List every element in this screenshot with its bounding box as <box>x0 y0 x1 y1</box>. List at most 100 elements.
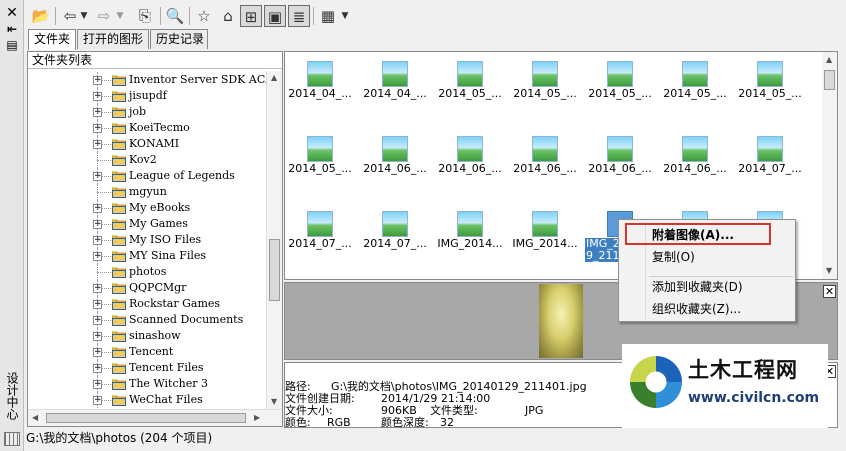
folder-icon <box>112 187 126 198</box>
thumbnail-scroll-thumb[interactable] <box>824 70 835 90</box>
thumbnail-item[interactable]: 2014_07_... <box>285 205 355 267</box>
expand-icon[interactable]: + <box>93 316 102 325</box>
tree-item[interactable]: + Tencent Files <box>28 360 266 376</box>
dropdown-icon[interactable]: ▼ <box>114 5 126 27</box>
thumbnail-item[interactable]: 2014_04_... <box>360 55 430 117</box>
expand-icon[interactable]: + <box>93 284 102 293</box>
thumbnail-item[interactable]: 2014_06_... <box>585 130 655 192</box>
tree-item[interactable]: + job <box>28 104 266 120</box>
expand-icon[interactable]: + <box>93 92 102 101</box>
expand-icon[interactable]: + <box>93 300 102 309</box>
thumbnail-item[interactable]: 2014_07_... <box>735 130 805 192</box>
thumbnail-item[interactable]: IMG_2014... <box>510 205 580 267</box>
up-folder-icon[interactable]: ⎘ <box>134 5 156 27</box>
image-file-icon <box>382 61 408 87</box>
tree-item[interactable]: + Inventor Server SDK ACA <box>28 72 266 88</box>
preview-toggle-icon[interactable]: ▣ <box>264 5 286 27</box>
thumbnail-item[interactable]: 2014_06_... <box>435 130 505 192</box>
expand-icon[interactable]: + <box>93 76 102 85</box>
thumbnail-item[interactable]: 2014_05_... <box>735 55 805 117</box>
thumbnail-item[interactable]: 2014_06_... <box>660 130 730 192</box>
scroll-left-icon[interactable]: ◀ <box>32 413 38 423</box>
thumbnail-item[interactable]: 2014_05_... <box>435 55 505 117</box>
thumbnail-item[interactable]: 2014_05_... <box>285 130 355 192</box>
scroll-up-icon[interactable]: ▲ <box>271 73 277 83</box>
tree-item[interactable]: photos <box>28 264 266 280</box>
tree-item[interactable]: + sinashow <box>28 328 266 344</box>
menu-separator <box>649 276 793 277</box>
dropdown-icon[interactable]: ▼ <box>78 5 90 27</box>
description-toggle-icon[interactable]: ≣ <box>288 5 310 27</box>
search-icon[interactable]: 🔍 <box>164 5 186 27</box>
expand-icon[interactable]: + <box>93 172 102 181</box>
expand-icon[interactable]: + <box>93 348 102 357</box>
tree-item[interactable]: + My eBooks <box>28 200 266 216</box>
tree-item[interactable]: + Scanned Documents <box>28 312 266 328</box>
thumbnail-item[interactable]: 2014_04_... <box>285 55 355 117</box>
thumbnail-caption: IMG_2014... <box>512 238 578 250</box>
menu-item-copy[interactable]: 复制(O) <box>652 248 695 266</box>
tree-item[interactable]: mgyun <box>28 184 266 200</box>
expand-icon[interactable]: + <box>93 124 102 133</box>
close-icon[interactable]: ✕ <box>4 5 20 21</box>
tab-folders[interactable]: 文件夹 <box>28 29 76 50</box>
expand-icon[interactable]: + <box>93 220 102 229</box>
autohide-icon[interactable]: ⇤ <box>4 21 20 37</box>
toolbar-separator <box>55 7 56 25</box>
favorites-icon[interactable]: ☆ <box>193 5 215 27</box>
tree-item-label: My Games <box>129 217 188 230</box>
properties-icon[interactable]: ▤ <box>4 37 20 53</box>
thumbnail-item[interactable]: 2014_05_... <box>510 55 580 117</box>
tree-item[interactable]: + Rockstar Games <box>28 296 266 312</box>
expand-icon[interactable]: + <box>93 380 102 389</box>
expand-icon[interactable]: + <box>93 396 102 405</box>
tree-item[interactable]: + KONAMI <box>28 136 266 152</box>
thumbnail-item[interactable]: 2014_06_... <box>510 130 580 192</box>
thumbnail-item[interactable]: 2014_07_... <box>360 205 430 267</box>
tree-toggle-icon[interactable]: ⊞ <box>240 5 262 27</box>
thumbnail-item[interactable]: 2014_05_... <box>585 55 655 117</box>
views-icon[interactable]: ▦ <box>317 5 339 27</box>
tree-item[interactable]: + MY Sina Files <box>28 248 266 264</box>
tree-item[interactable]: + jisupdf <box>28 88 266 104</box>
tree-horizontal-scrollbar[interactable]: ◀ ▶ <box>28 409 282 426</box>
home-icon[interactable]: ⌂ <box>217 5 239 27</box>
thumbnail-item[interactable]: 2014_06_... <box>360 130 430 192</box>
scroll-down-icon[interactable]: ▼ <box>826 266 832 276</box>
menu-item-add-to-favorites[interactable]: 添加到收藏夹(D) <box>652 278 743 296</box>
thumbnail-item[interactable]: IMG_2014... <box>435 205 505 267</box>
tree-item-label: jisupdf <box>129 89 167 102</box>
scroll-up-icon[interactable]: ▲ <box>826 55 832 65</box>
resize-grip-icon[interactable] <box>4 432 20 446</box>
tree-item[interactable]: + QQPCMgr <box>28 280 266 296</box>
thumbnail-vertical-scrollbar[interactable]: ▲ ▼ <box>822 52 837 279</box>
scroll-right-icon[interactable]: ▶ <box>254 413 260 423</box>
open-folder-icon[interactable]: 📂 <box>30 5 52 27</box>
tree-item[interactable]: + Tencent <box>28 344 266 360</box>
tree-vertical-scrollbar[interactable]: ▲ ▼ <box>266 71 282 409</box>
expand-icon[interactable]: + <box>93 204 102 213</box>
tree-hscroll-thumb[interactable] <box>46 413 246 423</box>
tree-item[interactable]: + KoeiTecmo <box>28 120 266 136</box>
dropdown-icon[interactable]: ▼ <box>339 5 351 27</box>
menu-item-organize-favorites[interactable]: 组织收藏夹(Z)... <box>652 300 741 318</box>
tree-item[interactable]: + The Witcher 3 <box>28 376 266 392</box>
tree-item[interactable]: + My ISO Files <box>28 232 266 248</box>
tree-item[interactable]: Kov2 <box>28 152 266 168</box>
expand-icon[interactable]: + <box>93 332 102 341</box>
expand-icon[interactable]: + <box>93 108 102 117</box>
expand-icon[interactable]: + <box>93 236 102 245</box>
tab-history[interactable]: 历史记录 <box>150 29 208 49</box>
tree-scroll-thumb[interactable] <box>269 239 280 301</box>
expand-icon[interactable]: + <box>93 364 102 373</box>
thumbnail-item[interactable]: 2014_05_... <box>660 55 730 117</box>
tree-item[interactable]: + My Games <box>28 216 266 232</box>
tab-open-drawings[interactable]: 打开的图形 <box>77 29 149 49</box>
expand-icon[interactable]: + <box>93 140 102 149</box>
close-preview-icon[interactable]: ✕ <box>823 285 836 298</box>
expand-icon[interactable]: + <box>93 252 102 261</box>
tree-item[interactable]: + League of Legends <box>28 168 266 184</box>
scroll-down-icon[interactable]: ▼ <box>271 397 277 407</box>
tree-item[interactable]: + WeChat Files <box>28 392 266 408</box>
forward-icon[interactable]: ⇨ <box>93 5 115 27</box>
